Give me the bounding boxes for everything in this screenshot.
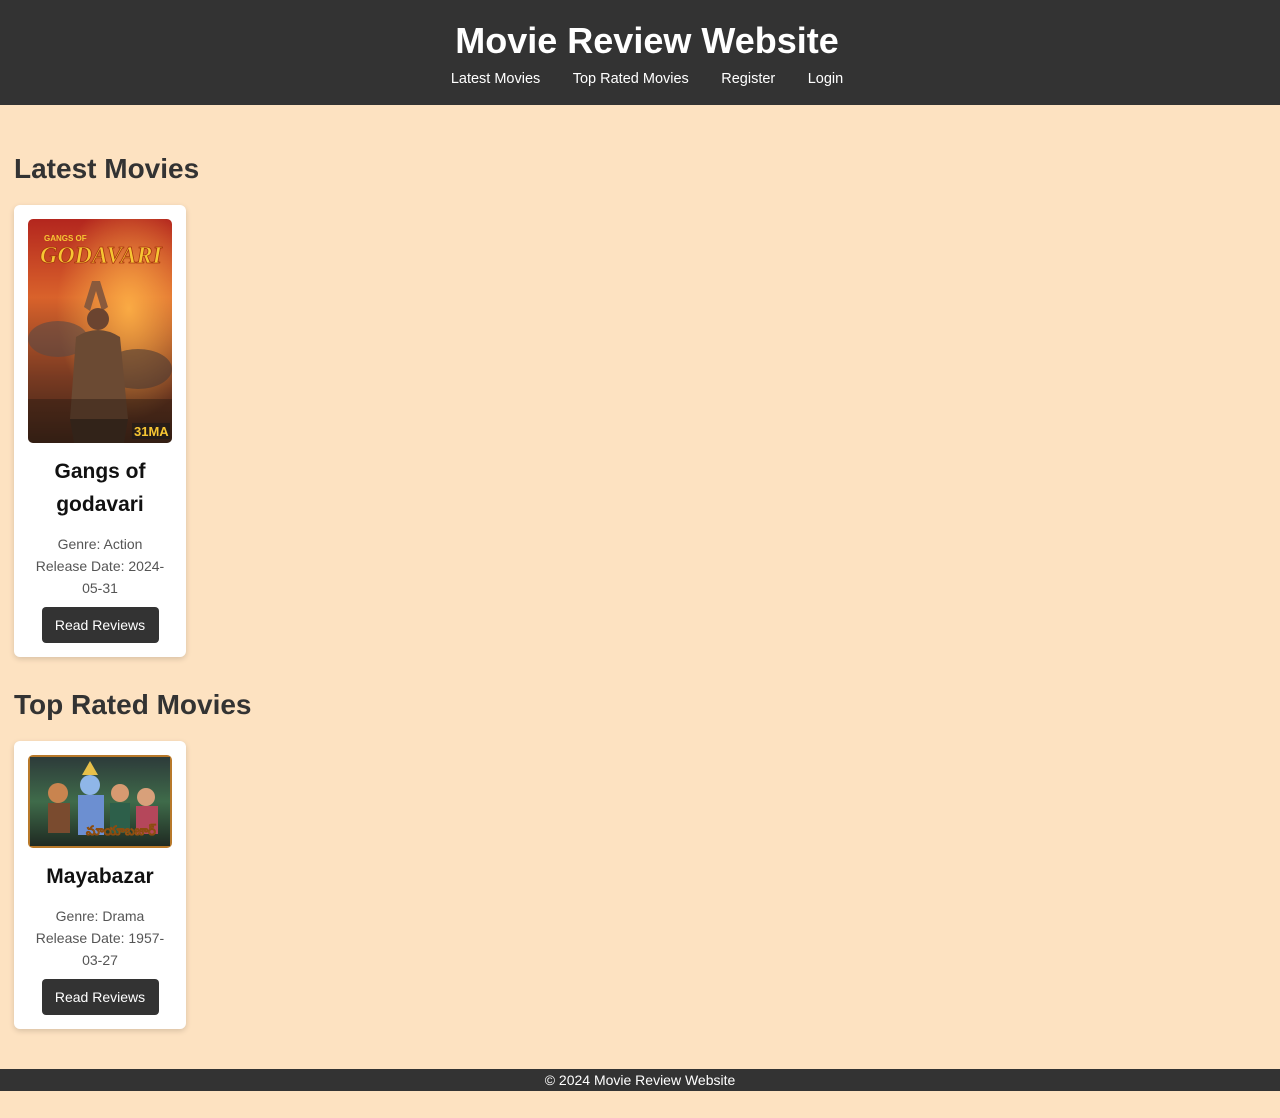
- poster-logo-text: GODAVARI: [40, 243, 163, 269]
- movie-release-date: Release Date: 2024-05-31: [35, 558, 165, 596]
- nav-latest-movies[interactable]: Latest Movies: [451, 71, 540, 87]
- movie-poster-gangs-of-godavari[interactable]: GODAVARI GANGS OF 31MA: [28, 219, 172, 443]
- movie-poster-mayabazar[interactable]: మాయాబజార్: [28, 755, 172, 848]
- read-reviews-button[interactable]: Read Reviews: [41, 607, 159, 643]
- footer-copyright: © 2024 Movie Review Website: [544, 1072, 736, 1088]
- nav-register[interactable]: Register: [721, 71, 775, 87]
- site-title: Movie Review Website: [455, 20, 839, 61]
- poster-title-text: మాయాబజార్: [86, 823, 156, 838]
- movie-card-gangs-of-godavari: GODAVARI GANGS OF 31MA Gangs of godavari…: [14, 205, 186, 657]
- latest-movies-heading: Latest Movies: [14, 153, 200, 184]
- read-reviews-button[interactable]: Read Reviews: [41, 979, 159, 1015]
- site-footer: © 2024 Movie Review Website: [0, 1069, 1280, 1091]
- movie-title: Mayabazar: [46, 865, 154, 888]
- site-header: Movie Review Website Latest Movies Top R…: [0, 0, 1280, 105]
- movie-title: Gangs of godavari: [54, 460, 146, 516]
- main-content: Latest Movies GODAVARI GANGS OF 31MA Gan…: [0, 105, 1280, 1029]
- poster-logo-small: GANGS OF: [44, 234, 87, 243]
- poster-date-badge: 31MA: [134, 424, 169, 439]
- movie-release-date: Release Date: 1957-03-27: [35, 930, 165, 968]
- movie-genre: Genre: Action: [57, 536, 143, 552]
- nav-top-rated-movies[interactable]: Top Rated Movies: [573, 71, 689, 87]
- movie-genre: Genre: Drama: [55, 908, 145, 924]
- movie-card-mayabazar: మాయాబజార్ Mayabazar Genre: Drama Release…: [14, 741, 186, 1029]
- main-nav: Latest Movies Top Rated Movies Register …: [0, 70, 1280, 88]
- top-rated-movies-heading: Top Rated Movies: [14, 689, 252, 720]
- nav-login[interactable]: Login: [808, 71, 843, 87]
